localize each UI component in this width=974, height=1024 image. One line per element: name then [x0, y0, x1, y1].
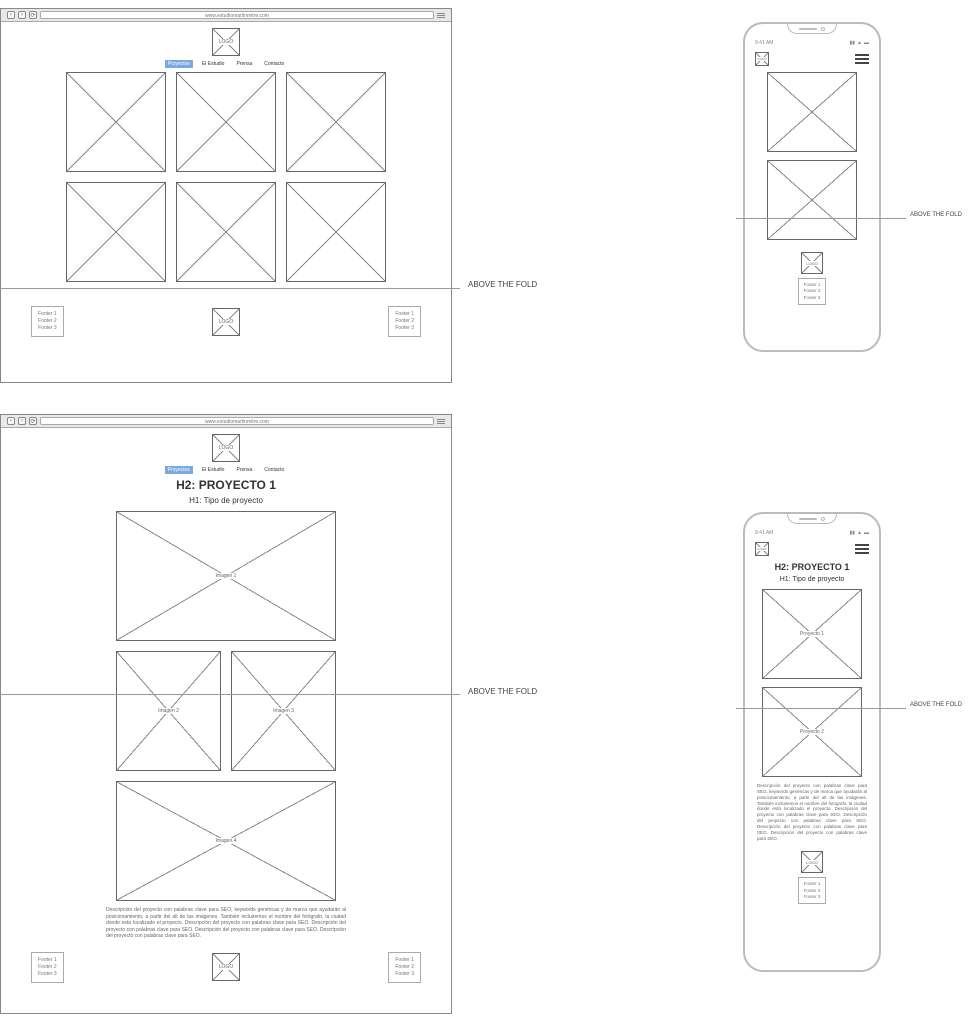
- footer-links[interactable]: Footer 1Footer 2Footer 3: [388, 306, 421, 337]
- fold-line: [736, 708, 906, 709]
- project-thumb[interactable]: [767, 72, 857, 152]
- phone-notch: [745, 514, 879, 528]
- footer-links[interactable]: Footer 1Footer 2Footer 3: [388, 952, 421, 983]
- nav-contacto[interactable]: Contacto: [261, 60, 287, 68]
- footer-logo: LOGO: [212, 953, 240, 981]
- footer: Footer 1Footer 2Footer 3 LOGO Footer 1Fo…: [1, 300, 451, 343]
- project-thumb[interactable]: [176, 182, 276, 282]
- mobile-home-wireframe: 9:41 AM ▮▮▲▬ LOGO LOGO Footer 1Footer 2F…: [743, 22, 881, 352]
- back-icon[interactable]: ‹: [7, 11, 15, 19]
- nav-estudio[interactable]: El Estudio: [199, 466, 228, 474]
- fold-label: ABOVE THE FOLD: [910, 212, 962, 218]
- project-h2: H2: PROYECTO 1: [1, 478, 451, 492]
- project-thumb[interactable]: [286, 182, 386, 282]
- browser-chrome: ‹ › ⟳ www.estudiomartinmitre.com: [1, 9, 451, 22]
- fold-line: [0, 694, 460, 695]
- logo-placeholder: LOGO: [212, 434, 240, 462]
- footer-logo: LOGO: [801, 252, 823, 274]
- nav-proyectos[interactable]: Proyectos: [165, 60, 193, 68]
- project-image: Imagen 4: [116, 781, 336, 901]
- mobile-detail-wireframe: 9:41 AM ▮▮▲▬ LOGO H2: PROYECTO 1 H1: Tip…: [743, 512, 881, 972]
- wifi-icon: ▲: [857, 530, 862, 536]
- fold-label: ABOVE THE FOLD: [468, 280, 537, 289]
- project-image: Proyecto 2: [762, 687, 862, 777]
- footer-links[interactable]: Footer 1Footer 2Footer 3: [31, 952, 64, 983]
- forward-icon[interactable]: ›: [18, 417, 26, 425]
- fold-line: [0, 288, 460, 289]
- logo-placeholder: LOGO: [212, 28, 240, 56]
- browser-chrome: ‹ › ⟳ www.estudiomartinmitre.com: [1, 415, 451, 428]
- menu-icon[interactable]: [437, 417, 445, 425]
- project-image: Imagen 2: [116, 651, 221, 771]
- project-grid: [1, 72, 451, 282]
- desktop-home-wireframe: ‹ › ⟳ www.estudiomartinmitre.com LOGO Pr…: [0, 8, 452, 383]
- project-description: Descripción del proyecto con palabras cl…: [106, 907, 346, 940]
- project-description: Descripción del proyecto con palabras cl…: [757, 783, 867, 841]
- footer: LOGO Footer 1Footer 2Footer 3: [755, 248, 869, 309]
- hamburger-icon[interactable]: [855, 54, 869, 64]
- project-h1: H1: Tipo de proyecto: [755, 576, 869, 583]
- nav-estudio[interactable]: El Estudio: [199, 60, 228, 68]
- footer-links[interactable]: Footer 1Footer 2Footer 3: [31, 306, 64, 337]
- refresh-icon[interactable]: ⟳: [29, 417, 37, 425]
- battery-icon: ▬: [864, 530, 869, 536]
- project-image: Imagen 3: [231, 651, 336, 771]
- url-bar[interactable]: www.estudiomartinmitre.com: [40, 417, 434, 425]
- footer-logo: LOGO: [801, 851, 823, 873]
- project-h1: H1: Tipo de proyecto: [1, 496, 451, 505]
- signal-icon: ▮▮: [850, 40, 856, 46]
- project-thumb[interactable]: [66, 72, 166, 172]
- back-icon[interactable]: ‹: [7, 417, 15, 425]
- project-thumb[interactable]: [767, 160, 857, 240]
- fold-label: ABOVE THE FOLD: [468, 687, 537, 696]
- fold-label: ABOVE THE FOLD: [910, 702, 962, 708]
- status-bar: 9:41 AM ▮▮▲▬: [745, 528, 879, 538]
- main-nav: Proyectos El Estudio Prensa Contacto: [1, 60, 451, 68]
- project-thumb[interactable]: [176, 72, 276, 172]
- signal-icon: ▮▮: [850, 530, 856, 536]
- nav-prensa[interactable]: Prensa: [233, 60, 255, 68]
- project-h2: H2: PROYECTO 1: [755, 562, 869, 572]
- project-image: Proyecto 1: [762, 589, 862, 679]
- menu-icon[interactable]: [437, 11, 445, 19]
- footer: Footer 1Footer 2Footer 3 LOGO Footer 1Fo…: [1, 946, 451, 989]
- nav-prensa[interactable]: Prensa: [233, 466, 255, 474]
- fold-line: [736, 218, 906, 219]
- logo-placeholder: LOGO: [755, 52, 769, 66]
- refresh-icon[interactable]: ⟳: [29, 11, 37, 19]
- nav-contacto[interactable]: Contacto: [261, 466, 287, 474]
- footer-links[interactable]: Footer 1Footer 2Footer 3: [798, 877, 827, 904]
- battery-icon: ▬: [864, 40, 869, 46]
- forward-icon[interactable]: ›: [18, 11, 26, 19]
- phone-notch: [745, 24, 879, 38]
- hamburger-icon[interactable]: [855, 544, 869, 554]
- main-nav: Proyectos El Estudio Prensa Contacto: [1, 466, 451, 474]
- footer: LOGO Footer 1Footer 2Footer 3: [755, 847, 869, 908]
- nav-proyectos[interactable]: Proyectos: [165, 466, 193, 474]
- logo-placeholder: LOGO: [755, 542, 769, 556]
- desktop-detail-wireframe: ‹ › ⟳ www.estudiomartinmitre.com LOGO Pr…: [0, 414, 452, 1014]
- wifi-icon: ▲: [857, 40, 862, 46]
- hero-image: Imagen 1: [116, 511, 336, 641]
- status-bar: 9:41 AM ▮▮▲▬: [745, 38, 879, 48]
- footer-links[interactable]: Footer 1Footer 2Footer 3: [798, 278, 827, 305]
- project-thumb[interactable]: [286, 72, 386, 172]
- footer-logo: LOGO: [212, 308, 240, 336]
- url-bar[interactable]: www.estudiomartinmitre.com: [40, 11, 434, 19]
- project-thumb[interactable]: [66, 182, 166, 282]
